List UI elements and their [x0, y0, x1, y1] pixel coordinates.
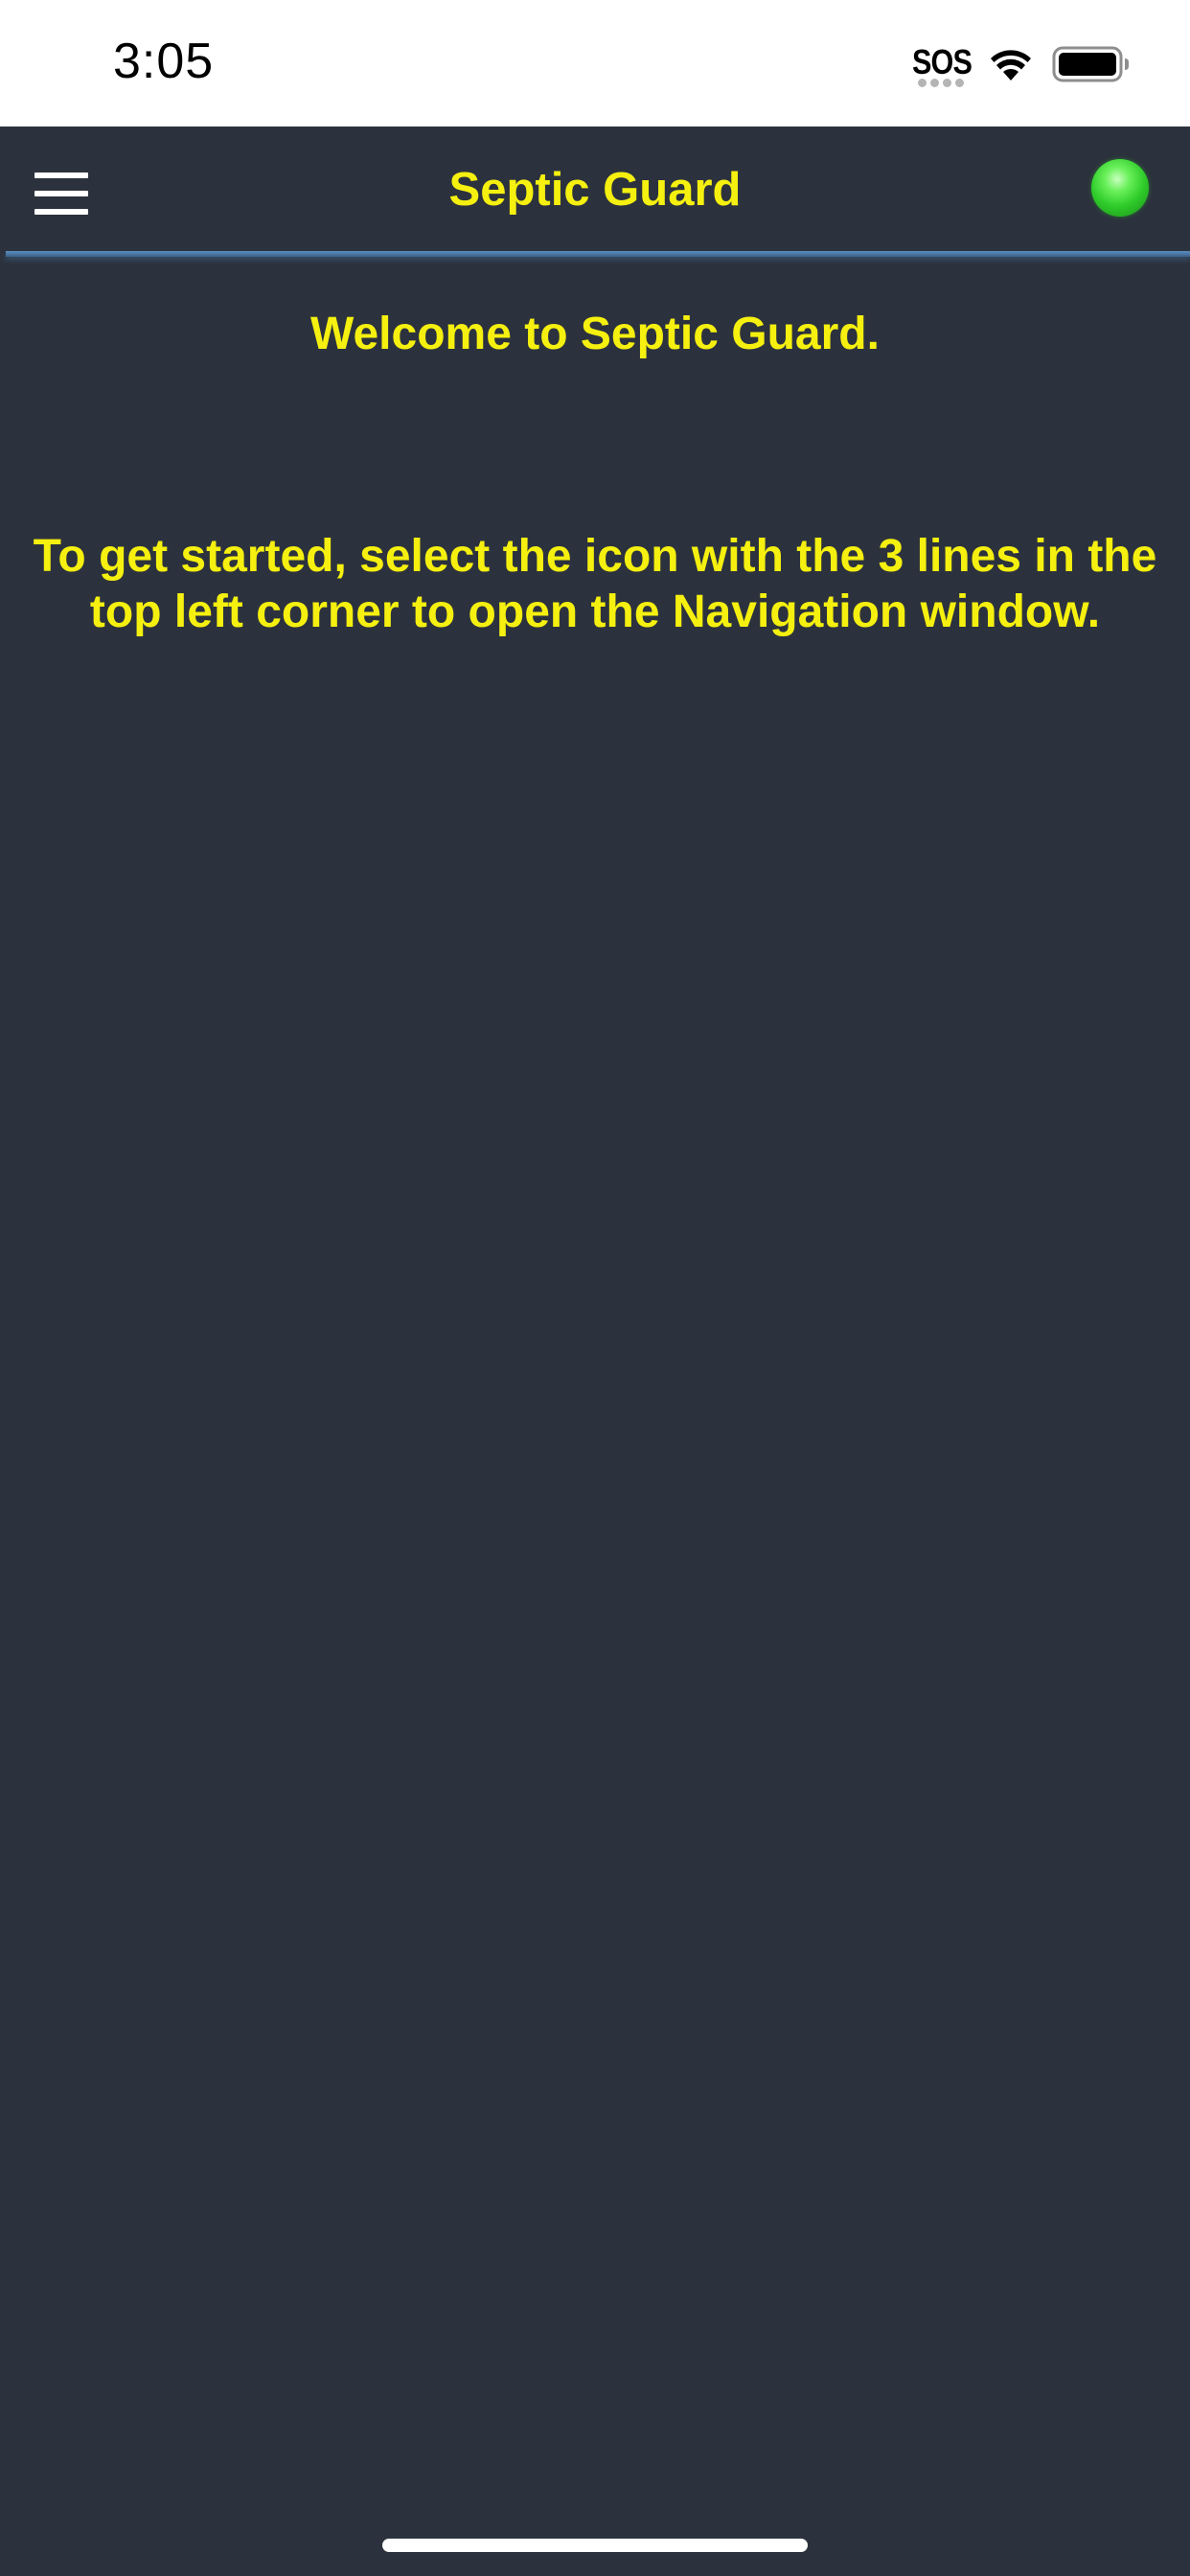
battery-icon [1052, 46, 1129, 82]
wifi-icon [991, 50, 1031, 80]
status-bar: 3:05 SOS [0, 0, 1190, 126]
getting-started-text: To get started, select the icon with the… [33, 531, 1157, 637]
connection-status-icon [1091, 159, 1149, 217]
welcome-heading: Welcome to Septic Guard. [310, 309, 880, 359]
header-divider [6, 251, 1190, 257]
page-title: Septic Guard [448, 164, 742, 216]
app-screen: 3:05 SOS Septic Guard Welcome to Septic … [0, 0, 1190, 2576]
home-indicator[interactable] [382, 2539, 808, 2552]
status-time: 3:05 [113, 34, 215, 89]
sos-indicator: SOS [912, 42, 973, 90]
sos-label: SOS [912, 42, 973, 81]
signal-dots-icon [918, 79, 964, 87]
